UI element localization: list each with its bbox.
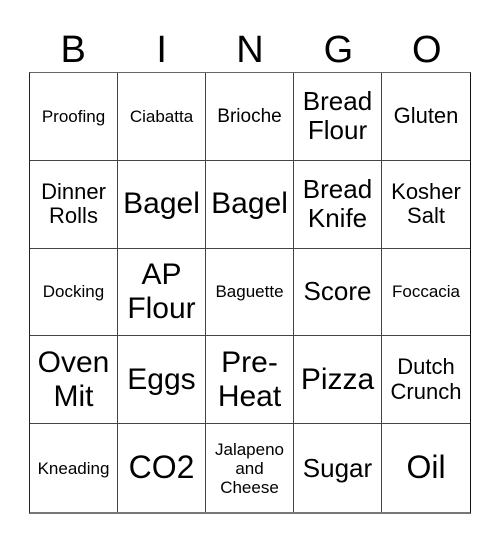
header-letter-o: O: [412, 29, 442, 71]
bingo-cell[interactable]: Ciabatta: [118, 73, 206, 161]
cell-label: Jalapeno and Cheese: [214, 439, 284, 497]
cell-label: Kneading: [37, 458, 110, 478]
bingo-cell[interactable]: Bread Flour: [294, 73, 382, 161]
cell-label: Pre-Heat: [217, 346, 282, 413]
bingo-cell[interactable]: Bagel: [118, 160, 206, 249]
cell-label: Proofing: [41, 106, 106, 126]
cell-label: Bread Knife: [302, 174, 373, 234]
cell-label: Bread Flour: [302, 86, 373, 146]
bingo-cell[interactable]: AP Flour: [118, 248, 206, 337]
cell-label: Score: [303, 276, 372, 307]
cell-label: Foccacia: [391, 282, 461, 302]
bingo-cell[interactable]: CO2: [118, 424, 206, 512]
bingo-cell[interactable]: Oven Mit: [30, 336, 118, 425]
cell-label: Baguette: [215, 282, 284, 302]
cell-label: Dinner Rolls: [41, 178, 106, 229]
header-letter-g: G: [323, 29, 354, 71]
cell-label: Kosher Salt: [391, 178, 461, 229]
bingo-cell[interactable]: Bagel: [206, 160, 294, 249]
cell-label: Sugar: [302, 452, 373, 483]
cell-label: Oven Mit: [37, 346, 110, 413]
bingo-header: B I N G O: [29, 28, 471, 72]
bingo-cell[interactable]: Pre-Heat: [206, 336, 294, 425]
bingo-cell[interactable]: Dutch Crunch: [382, 336, 470, 425]
bingo-board: Proofing Ciabatta Brioche Bread Flour Gl…: [29, 72, 471, 514]
bingo-cell[interactable]: Gluten: [382, 73, 470, 161]
bingo-cell[interactable]: Proofing: [30, 73, 118, 161]
cell-label: Eggs: [127, 362, 196, 396]
bingo-cell[interactable]: Eggs: [118, 336, 206, 425]
bingo-cell[interactable]: Dinner Rolls: [30, 160, 118, 249]
cell-label: Brioche: [217, 105, 282, 127]
bingo-cell[interactable]: Docking: [30, 248, 118, 337]
bingo-cell[interactable]: Oil: [382, 424, 470, 512]
cell-label: Dutch Crunch: [390, 354, 462, 404]
bingo-cell[interactable]: Pizza: [294, 336, 382, 425]
cell-label: CO2: [128, 449, 195, 486]
bingo-cell[interactable]: Sugar: [294, 424, 382, 512]
header-letter-b: B: [60, 29, 86, 71]
cell-label: Oil: [406, 449, 446, 486]
cell-label: Docking: [42, 282, 105, 302]
bingo-cell[interactable]: Baguette: [206, 248, 294, 337]
bingo-cell[interactable]: Kosher Salt: [382, 161, 470, 249]
cell-label: Gluten: [393, 103, 459, 129]
cell-label: Bagel: [211, 187, 288, 221]
bingo-cell[interactable]: Foccacia: [382, 249, 470, 337]
header-letter-i: I: [156, 29, 167, 71]
bingo-cell[interactable]: Brioche: [206, 73, 294, 161]
cell-label: Bagel: [123, 187, 200, 221]
bingo-cell[interactable]: Bread Knife: [294, 160, 382, 249]
bingo-cell[interactable]: Score: [294, 248, 382, 337]
cell-label: AP Flour: [127, 258, 196, 325]
bingo-cell[interactable]: Jalapeno and Cheese: [206, 424, 294, 512]
header-letter-n: N: [236, 29, 264, 71]
cell-label: Pizza: [300, 362, 375, 396]
cell-label: Ciabatta: [129, 106, 194, 126]
bingo-cell[interactable]: Kneading: [30, 424, 118, 512]
